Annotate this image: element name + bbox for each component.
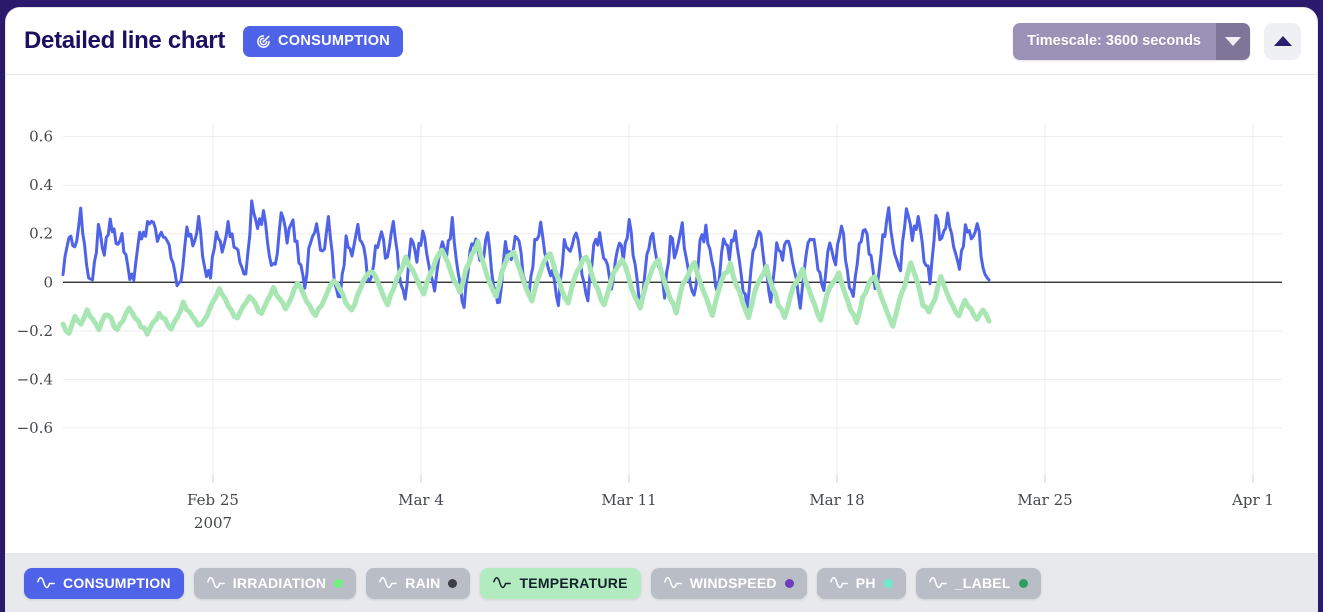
svg-text:0.2: 0.2 <box>29 225 53 243</box>
collapse-button[interactable] <box>1264 22 1301 60</box>
legend-color-dot <box>448 578 458 588</box>
wave-icon <box>379 576 398 590</box>
legend-chip-label: TEMPERATURE <box>519 575 628 591</box>
legend-chip-label: RAIN <box>405 575 441 591</box>
svg-text:0.6: 0.6 <box>29 128 53 146</box>
chart-legend: CONSUMPTION IRRADIATION RAIN TEMPERATURE… <box>6 553 1317 612</box>
legend-chip-label: PH <box>855 575 876 591</box>
header-controls: Timescale: 3600 seconds <box>1013 22 1301 60</box>
legend-chip-label: IRRADIATION <box>232 575 327 591</box>
legend-chip-ph[interactable]: PH <box>816 567 906 599</box>
svg-text:Mar 25: Mar 25 <box>1017 491 1072 509</box>
wave-icon <box>206 576 225 590</box>
svg-text:0.4: 0.4 <box>29 176 53 194</box>
chevron-down-icon[interactable] <box>1216 22 1250 60</box>
legend-chip-label: WINDSPEED <box>689 575 777 591</box>
legend-chip-irradiation[interactable]: IRRADIATION <box>193 567 357 599</box>
wave-icon <box>829 576 848 590</box>
svg-text:2007: 2007 <box>194 514 232 532</box>
svg-text:Apr 1: Apr 1 <box>1231 491 1274 509</box>
chart-series-group <box>60 199 992 337</box>
legend-chip-temperature[interactable]: TEMPERATURE <box>480 567 641 599</box>
legend-chip-windspeed[interactable]: WINDSPEED <box>650 567 807 599</box>
legend-chip-label[interactable]: _LABEL <box>915 567 1041 599</box>
legend-chip-label: _LABEL <box>954 575 1011 591</box>
wave-icon <box>493 576 512 590</box>
timescale-dropdown[interactable]: Timescale: 3600 seconds <box>1013 22 1250 60</box>
svg-text:−0.2: −0.2 <box>17 322 53 340</box>
line-chart-svg: 0.6 0.4 0.2 0 −0.2 −0.4 −0.6 Feb 25 2007 Mar 4 Ma… <box>17 123 1282 532</box>
page-title: Detailed line chart <box>24 27 226 54</box>
legend-chip-label: CONSUMPTION <box>63 575 171 591</box>
svg-text:−0.4: −0.4 <box>17 370 53 388</box>
svg-text:Mar 4: Mar 4 <box>398 491 444 509</box>
wave-icon <box>663 576 682 590</box>
svg-text:0: 0 <box>43 273 53 291</box>
card-header: Detailed line chart CONSUMPTION Timescal… <box>6 8 1317 75</box>
legend-color-dot <box>1018 578 1028 588</box>
legend-chip-consumption[interactable]: CONSUMPTION <box>24 567 184 599</box>
wave-icon <box>928 576 947 590</box>
wave-icon <box>37 576 55 590</box>
chart-card: Detailed line chart CONSUMPTION Timescal… <box>6 8 1317 612</box>
timescale-label: Timescale: 3600 seconds <box>1013 22 1216 60</box>
chart-plot-area[interactable]: 0.6 0.4 0.2 0 −0.2 −0.4 −0.6 Feb 25 2007 Mar 4 Ma… <box>6 75 1317 553</box>
metric-badge-consumption[interactable]: CONSUMPTION <box>243 25 404 57</box>
svg-text:−0.6: −0.6 <box>17 419 53 437</box>
svg-text:Mar 11: Mar 11 <box>601 491 656 509</box>
legend-color-dot <box>334 578 344 588</box>
y-axis-ticks: 0.6 0.4 0.2 0 −0.2 −0.4 −0.6 <box>17 128 53 437</box>
target-icon <box>256 34 271 49</box>
metric-badge-label: CONSUMPTION <box>278 33 391 49</box>
legend-chip-rain[interactable]: RAIN <box>366 567 471 599</box>
legend-color-dot <box>883 578 893 588</box>
legend-color-dot <box>784 578 794 588</box>
chevron-up-icon <box>1273 36 1292 46</box>
svg-text:Feb 25: Feb 25 <box>187 491 239 509</box>
svg-text:Mar 18: Mar 18 <box>809 491 864 509</box>
x-axis-ticks: Feb 25 2007 Mar 4 Mar 11 Mar 18 Mar 25 Apr 1 <box>187 475 1274 532</box>
